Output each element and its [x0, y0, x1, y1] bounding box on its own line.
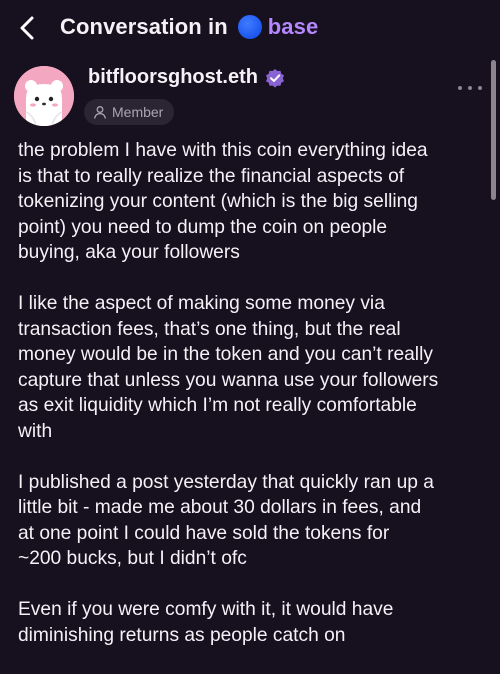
- channel-link[interactable]: base: [237, 14, 319, 40]
- top-bar: Conversation in base: [0, 0, 500, 56]
- author-row: bitfloorsghost.eth: [88, 66, 285, 89]
- more-options-button[interactable]: [458, 78, 482, 98]
- chevron-left-icon: [20, 16, 34, 40]
- post-paragraph: Even if you were comfy with it, it would…: [18, 599, 394, 646]
- more-dot-icon: [478, 86, 482, 90]
- more-dot-icon: [458, 86, 462, 90]
- post-paragraph: I like the aspect of making some money v…: [18, 293, 439, 442]
- page-title: Conversation in base: [60, 14, 318, 40]
- scrollbar-thumb[interactable]: [491, 60, 496, 200]
- post-paragraph: I published a post yesterday that quickl…: [18, 471, 434, 570]
- page-title-text: Conversation in: [60, 14, 228, 39]
- role-badge: Member: [84, 99, 175, 125]
- post-body: the problem I have with this coin everyt…: [18, 138, 488, 674]
- channel-name: base: [267, 14, 319, 39]
- back-button[interactable]: [12, 12, 44, 44]
- person-icon: [94, 106, 106, 119]
- more-dot-icon: [468, 86, 472, 90]
- post-paragraph: the problem I have with this coin everyt…: [18, 140, 428, 263]
- author-username[interactable]: bitfloorsghost.eth: [88, 66, 258, 89]
- base-channel-icon: [237, 15, 262, 39]
- ghost-bear-avatar-icon: [14, 66, 74, 126]
- avatar[interactable]: [14, 66, 74, 126]
- verified-badge-icon: [265, 68, 284, 87]
- role-badge-label: Member: [112, 104, 164, 120]
